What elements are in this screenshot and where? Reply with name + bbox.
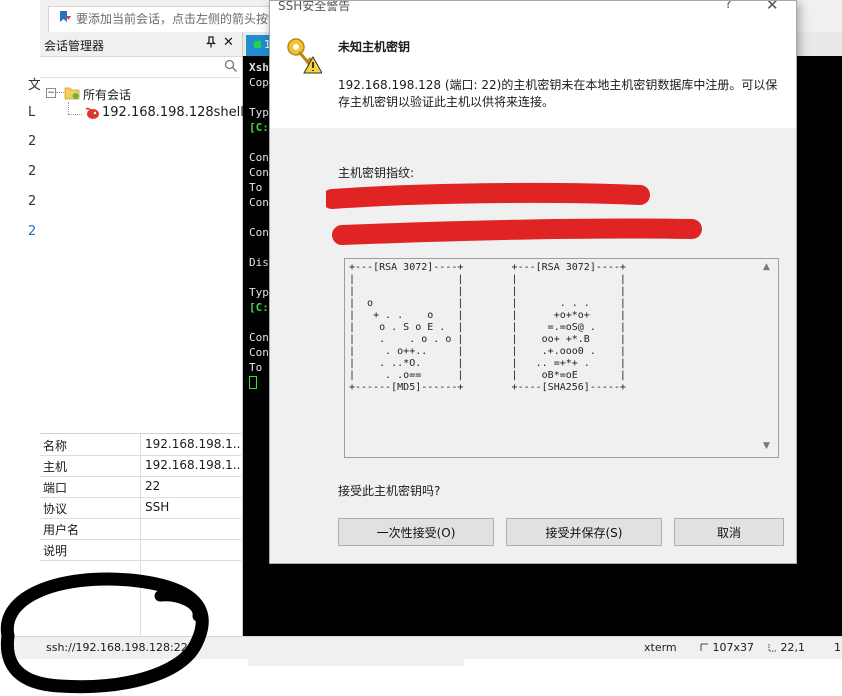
- dialog-close-button[interactable]: ✕: [766, 1, 779, 14]
- session-manager-header: 会话管理器 ✕: [40, 32, 242, 57]
- terminal-line: Dis: [249, 256, 269, 269]
- status-cursor-position: 22,1: [768, 641, 805, 654]
- terminal-line: Xsh: [249, 61, 269, 74]
- cursor-position-icon: [768, 644, 776, 652]
- property-row: 端口 22: [40, 476, 241, 498]
- terminal-line: Con: [249, 226, 269, 239]
- tree-collapse-toggle[interactable]: −: [46, 88, 56, 98]
- property-row: 协议 SSH: [40, 497, 241, 519]
- help-button[interactable]: ?: [725, 1, 732, 12]
- fingerprint-label: 主机密钥指纹:: [338, 166, 415, 180]
- terminal-line: Cop: [249, 76, 269, 89]
- tree-root-all-sessions[interactable]: 所有会话: [83, 86, 131, 103]
- hint-text: 要添加当前会话，点击左侧的箭头按钮: [76, 12, 270, 26]
- strip-item: 2: [28, 194, 37, 209]
- property-row: 名称 192.168.198.1...: [40, 434, 241, 456]
- bookmark-arrow-icon[interactable]: [58, 10, 72, 24]
- property-row: 说明: [40, 539, 241, 561]
- terminal-line: Con: [249, 346, 269, 359]
- key-warning-icon: [287, 38, 322, 74]
- terminal-line: Con: [249, 196, 269, 209]
- pin-icon[interactable]: [205, 36, 217, 51]
- property-value: SSH: [145, 500, 170, 514]
- session-manager-title: 会话管理器: [44, 39, 105, 53]
- terminal-line: Typ: [249, 106, 269, 119]
- property-key: 说明: [43, 544, 68, 558]
- terminal-line: [C:: [249, 121, 269, 134]
- dialog-title: SSH安全警告: [278, 1, 351, 13]
- terminal-line: [C:: [249, 301, 269, 314]
- status-terminal-type: xterm: [644, 641, 677, 654]
- ssh-security-warning-dialog: SSH安全警告 ? ✕ 未知主机密钥 192.168.198.128 (端口: …: [269, 0, 797, 564]
- search-icon: [224, 59, 238, 73]
- tree-connector: [56, 92, 64, 93]
- property-value: 22: [145, 479, 161, 493]
- terminal-line: Con: [249, 166, 269, 179]
- redaction-marks: [326, 182, 702, 245]
- terminal-line: Typ: [249, 286, 269, 299]
- strip-item: 2: [28, 224, 37, 239]
- terminal-line: Con: [249, 151, 269, 164]
- session-icon: [85, 107, 99, 119]
- dialog-message: 192.168.198.128 (端口: 22)的主机密钥未在本地主机密钥数据库…: [338, 78, 778, 109]
- property-row: 主机 192.168.198.1...: [40, 455, 241, 477]
- folder-icon: [64, 87, 80, 100]
- close-icon[interactable]: ✕: [223, 35, 234, 50]
- scroll-up-icon[interactable]: ▲: [763, 262, 770, 272]
- terminal-line: To: [249, 361, 263, 374]
- terminal-line: To: [249, 181, 263, 194]
- dialog-message-area: 未知主机密钥 192.168.198.128 (端口: 22)的主机密钥未在本地…: [270, 17, 796, 128]
- hand-drawn-scribble: [0, 572, 209, 694]
- session-tree: − 所有会话 192.168.198.128shell: [40, 78, 244, 432]
- status-extra: 1: [834, 641, 841, 654]
- strip-item: 2: [28, 164, 37, 179]
- status-size-value: 107x37: [712, 641, 755, 654]
- dialog-titlebar: SSH安全警告 ? ✕: [270, 1, 796, 17]
- session-manager-panel: 会话管理器 ✕ − 所有会话 192.168.198.128shell 名称 1…: [40, 32, 244, 637]
- tree-session-item[interactable]: 192.168.198.128shell: [102, 105, 244, 120]
- property-value: 192.168.198.1...: [145, 437, 241, 451]
- resize-icon: [700, 643, 708, 651]
- cancel-button[interactable]: 取消: [674, 518, 784, 546]
- accept-once-button[interactable]: 一次性接受(O): [338, 518, 494, 546]
- property-value: 192.168.198.1...: [145, 458, 241, 472]
- scroll-down-icon[interactable]: ▼: [763, 441, 770, 451]
- terminal-line: Con: [249, 331, 269, 344]
- property-row: 用户名: [40, 518, 241, 540]
- property-key: 主机: [43, 460, 68, 474]
- taskbar-fragment: [248, 658, 464, 666]
- session-search-input[interactable]: [40, 57, 240, 78]
- strip-item: 2: [28, 134, 37, 149]
- background-panel-strip: 文 L 2 2 2 2: [0, 36, 40, 636]
- property-key: 端口: [43, 481, 68, 495]
- status-terminal-size: 107x37: [700, 641, 754, 654]
- property-key: 用户名: [43, 523, 80, 537]
- randomart-text: +---[RSA 3072]----+ +---[RSA 3072]----+ …: [349, 262, 626, 393]
- accept-question: 接受此主机密钥吗?: [338, 484, 441, 498]
- tree-connector: [68, 102, 69, 114]
- property-key: 名称: [43, 439, 68, 453]
- terminal-cursor: [249, 376, 257, 389]
- tree-connector: [68, 114, 82, 115]
- strip-item: L: [28, 105, 36, 120]
- status-position-value: 22,1: [780, 641, 806, 654]
- randomart-textarea[interactable]: +---[RSA 3072]----+ +---[RSA 3072]----+ …: [344, 258, 779, 458]
- dialog-heading: 未知主机密钥: [338, 40, 411, 54]
- property-key: 协议: [43, 502, 68, 516]
- accept-and-save-button[interactable]: 接受并保存(S): [506, 518, 662, 546]
- strip-item: 文: [28, 78, 40, 93]
- connection-status-icon: [254, 41, 261, 48]
